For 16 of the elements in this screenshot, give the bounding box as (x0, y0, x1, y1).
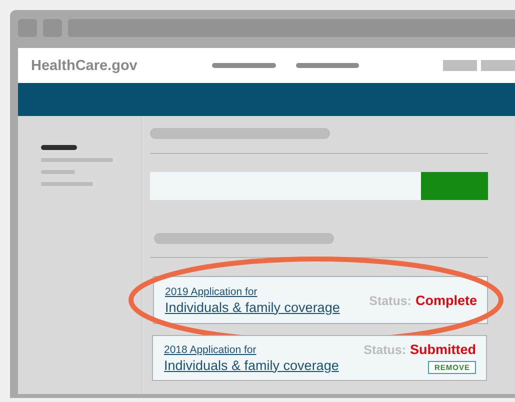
application-link[interactable]: Individuals & family coverage (165, 300, 340, 314)
nav-placeholder[interactable] (296, 63, 360, 68)
header-placeholder[interactable] (481, 60, 515, 71)
search-field[interactable] (150, 172, 421, 200)
search-button[interactable] (421, 172, 488, 200)
application-link[interactable]: 2019 Application for (165, 286, 340, 298)
nav-placeholder[interactable] (212, 63, 276, 68)
site-logo[interactable]: HealthCare.gov (31, 58, 200, 74)
status-value: Complete (415, 292, 477, 308)
sidebar-placeholder[interactable] (41, 145, 77, 150)
status-label: Status: (364, 343, 406, 357)
application-link[interactable]: Individuals & family coverage (164, 358, 339, 372)
status-value: Submitted (410, 342, 476, 357)
application-link[interactable]: 2018 Application for (164, 344, 339, 356)
header-placeholder[interactable] (443, 60, 478, 71)
status-label: Status: (369, 294, 412, 308)
